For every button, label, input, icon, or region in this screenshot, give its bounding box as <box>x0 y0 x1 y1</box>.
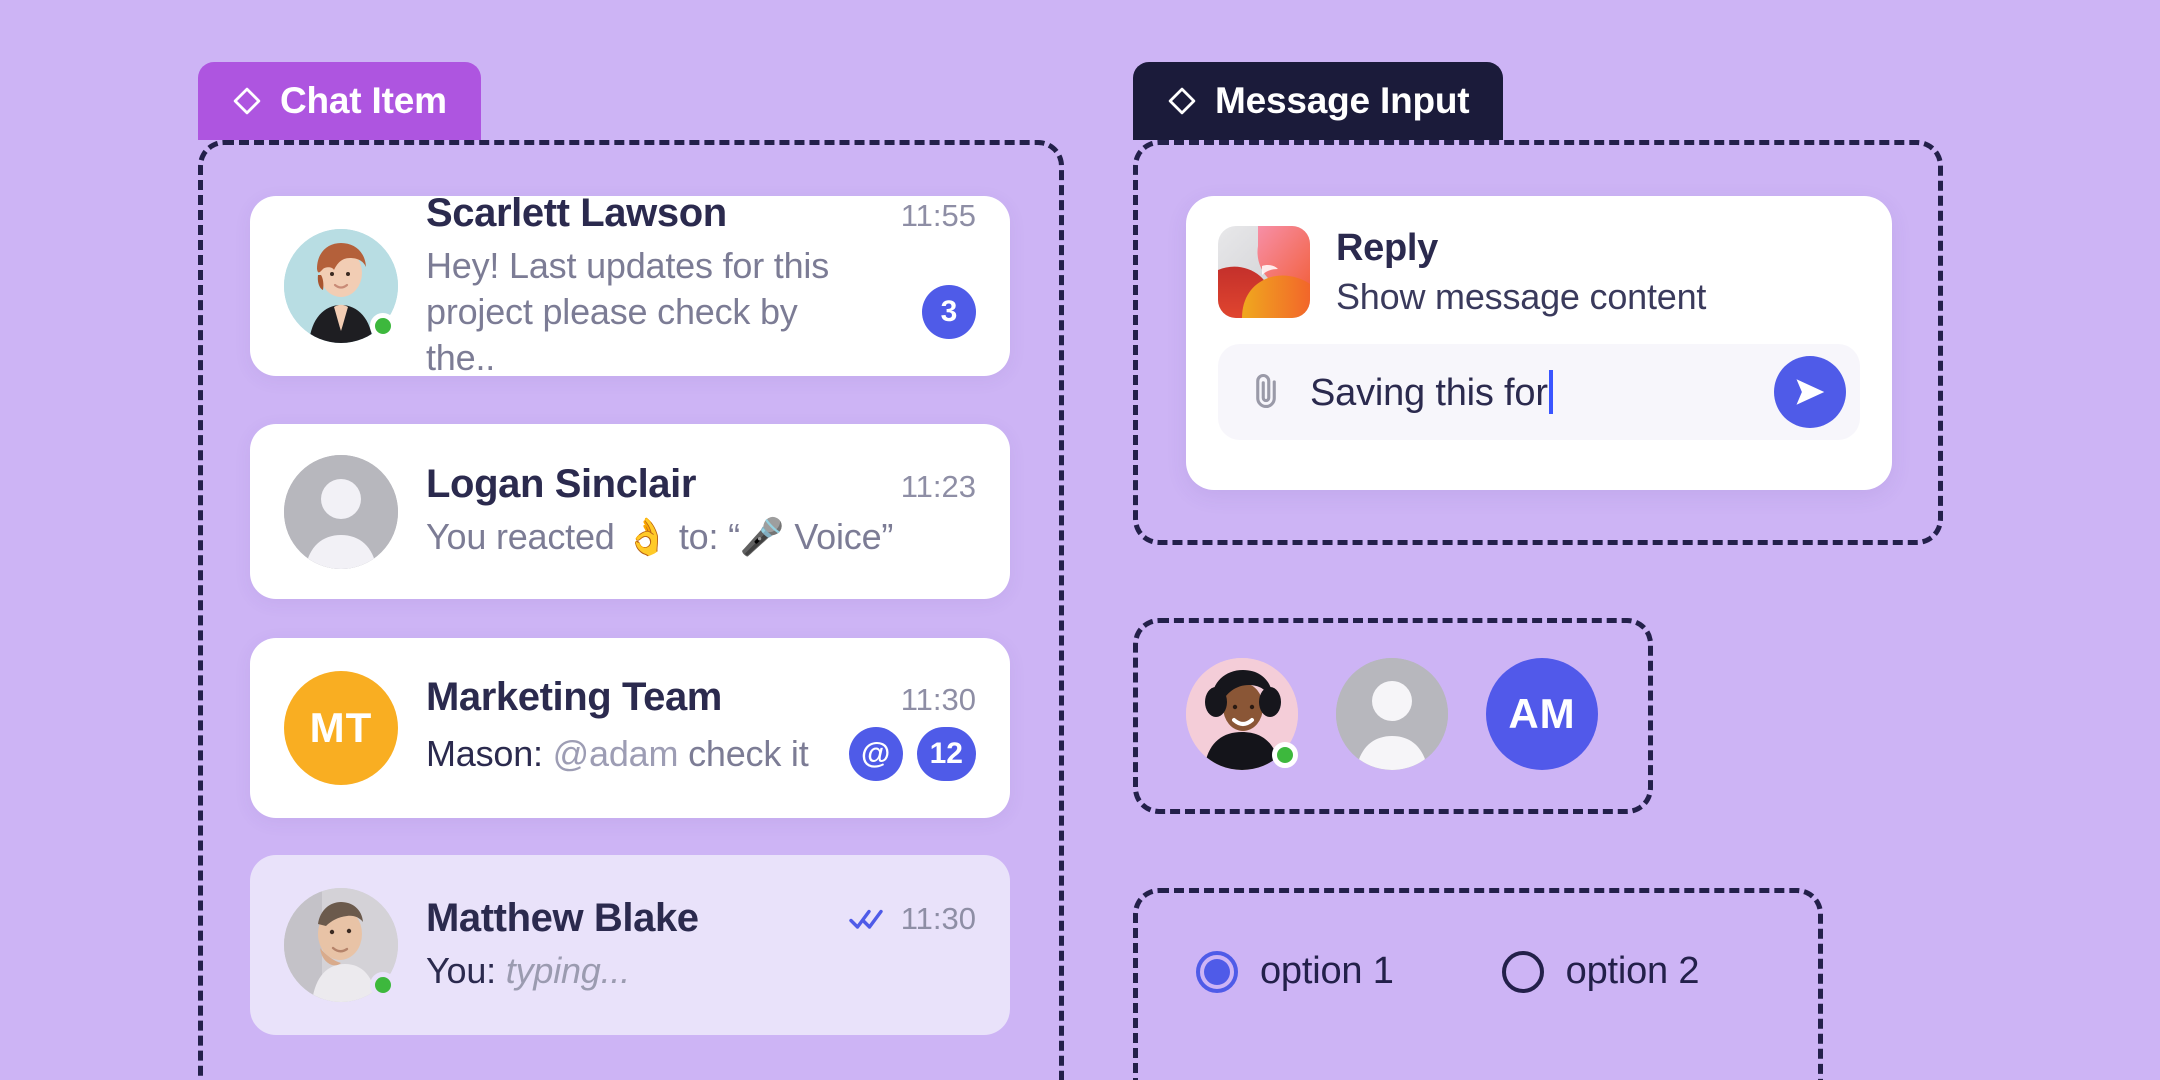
online-status-dot <box>370 313 396 339</box>
online-status-dot <box>370 972 396 998</box>
avatar-photo-online[interactable] <box>1186 658 1298 770</box>
chat-row-meta: 11:30 <box>901 682 976 718</box>
avatar-placeholder[interactable] <box>1336 658 1448 770</box>
chat-row-marketing-team[interactable]: MT Marketing Team 11:30 Mason: @adam che… <box>250 638 1010 818</box>
message-input-value: Saving this for <box>1310 371 1548 414</box>
chat-row-preview: Hey! Last updates for this project pleas… <box>426 243 976 381</box>
message-input-card: Reply Show message content Saving this f… <box>1186 196 1892 490</box>
chat-row-meta: 11:30 <box>849 901 976 937</box>
chat-row-content: Scarlett Lawson 11:55 Hey! Last updates … <box>426 191 976 381</box>
chat-row-preview: You reacted 👌 to: “🎤 Voice” <box>426 514 976 560</box>
message-preview-prefix: You reacted <box>426 516 625 558</box>
timestamp: 11:30 <box>900 900 976 936</box>
message-preview: Mason: @adam check it <box>426 731 809 777</box>
message-preview-suffix: Voice” <box>784 516 894 558</box>
message-sender: Mason: <box>426 732 553 774</box>
reply-thumbnail <box>1218 226 1310 318</box>
radio-group: option 1 option 2 <box>1196 950 1699 993</box>
message-preview: Hey! Last updates for this project pleas… <box>426 244 830 379</box>
text-cursor <box>1548 369 1553 414</box>
avatar-strip: AM <box>1186 658 1598 770</box>
contact-name: Logan Sinclair <box>426 462 697 507</box>
avatar <box>284 454 398 569</box>
reply-message-content: Show message content <box>1336 275 1707 317</box>
reaction-emoji: 👌 <box>624 516 670 558</box>
radio-option-1[interactable]: option 1 <box>1196 950 1394 993</box>
mention-badge: @ <box>848 727 903 781</box>
chat-row-badges: 3 <box>904 285 976 339</box>
avatar-placeholder <box>284 454 398 569</box>
chat-row-badges: @ 12 <box>831 727 976 781</box>
avatar-initials-am[interactable]: AM <box>1486 658 1598 770</box>
message-tail: check it <box>678 732 809 774</box>
chat-row-content: Logan Sinclair 11:23 You reacted 👌 to: “… <box>426 462 976 560</box>
chat-row-header: Marketing Team 11:30 <box>426 675 976 720</box>
radio-option-2[interactable]: option 2 <box>1501 950 1700 993</box>
radio-selected-icon[interactable] <box>1196 950 1238 993</box>
group-name: Marketing Team <box>426 675 722 719</box>
radio-option-1-label: option 1 <box>1260 950 1394 992</box>
person-placeholder-icon <box>284 454 398 569</box>
radio-option-2-label: option 2 <box>1565 950 1700 992</box>
message-preview: You reacted 👌 to: “🎤 Voice” <box>426 514 893 560</box>
message-input-section-tab: Message Input <box>1133 62 1504 140</box>
timestamp: 11:30 <box>900 682 976 717</box>
online-status-dot <box>1272 742 1298 768</box>
avatar <box>284 888 398 1002</box>
timestamp: 11:55 <box>900 197 976 233</box>
reply-title: Reply <box>1336 226 1438 269</box>
message-sender: You: <box>426 949 506 991</box>
avatar-initials: MT <box>284 671 398 785</box>
chat-row-meta: 11:55 <box>901 198 976 234</box>
contact-name: Matthew Blake <box>426 895 699 940</box>
mention-tag: @adam <box>552 732 679 774</box>
person-placeholder-icon <box>1336 658 1448 770</box>
radio-unselected-icon[interactable] <box>1501 950 1544 993</box>
message-input-bar[interactable]: Saving this for <box>1218 344 1860 440</box>
chat-row-header: Logan Sinclair 11:23 <box>426 462 976 507</box>
chat-row-meta: 11:23 <box>901 469 976 505</box>
chat-row-header: Matthew Blake 11:30 <box>426 896 976 941</box>
unread-count-badge: 3 <box>922 285 976 339</box>
chat-row-preview: You: typing... <box>426 948 976 994</box>
send-button[interactable] <box>1774 356 1846 428</box>
image-thumbnail-icon <box>1218 226 1310 318</box>
double-check-icon <box>849 909 883 929</box>
avatar <box>284 229 398 343</box>
message-preview-mid: to: “ <box>669 516 740 558</box>
contact-name: Scarlett Lawson <box>426 190 727 235</box>
timestamp: 11:23 <box>900 469 976 505</box>
send-icon <box>1796 379 1825 405</box>
message-input-section-label: Message Input <box>1215 80 1470 121</box>
chat-row-content: Marketing Team 11:30 Mason: @adam check … <box>426 675 976 781</box>
chat-row-preview: Mason: @adam check it @ 12 <box>426 727 976 781</box>
chat-row-matthew-blake[interactable]: Matthew Blake 11:30 You: typing... <box>250 855 1010 1035</box>
message-input-field[interactable]: Saving this for <box>1310 369 1553 415</box>
chat-row-logan-sinclair[interactable]: Logan Sinclair 11:23 You reacted 👌 to: “… <box>250 424 1010 599</box>
paperclip-icon[interactable] <box>1244 370 1288 414</box>
diamond-icon <box>1168 87 1196 115</box>
message-preview: You: typing... <box>426 948 630 994</box>
chat-item-section-label: Chat Item <box>280 80 447 121</box>
diamond-icon <box>233 87 261 115</box>
reply-preview[interactable]: Reply Show message content <box>1218 226 1860 318</box>
chat-row-scarlett-lawson[interactable]: Scarlett Lawson 11:55 Hey! Last updates … <box>250 191 1010 378</box>
chat-item-section-tab: Chat Item <box>198 62 481 140</box>
screen-root: Chat Item Scarlett Lawson 11:55 Hey! Las… <box>0 0 2160 1080</box>
avatar-initials: AM <box>1486 658 1598 770</box>
microphone-icon: 🎤 <box>739 516 785 558</box>
reply-text-block: Reply Show message content <box>1336 227 1706 318</box>
avatar: MT <box>284 671 398 785</box>
typing-indicator-text: typing... <box>505 949 631 991</box>
chat-row-header: Scarlett Lawson 11:55 <box>426 191 976 236</box>
chat-row-content: Matthew Blake 11:30 You: typing... <box>426 896 976 994</box>
unread-count-badge: 12 <box>916 727 976 781</box>
